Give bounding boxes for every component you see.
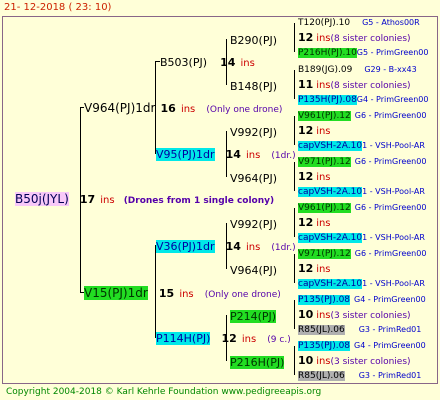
connector bbox=[294, 116, 295, 145]
connector bbox=[294, 346, 295, 375]
connector bbox=[294, 300, 295, 329]
ancestor-leaf[interactable]: capVSH-2A.101 - VSH-Pool-AR bbox=[298, 231, 425, 245]
parent-node[interactable]: V15(PJ)1dr 15 ins (Only one drone) bbox=[84, 285, 281, 302]
colony-count: 12 ins bbox=[298, 170, 331, 183]
root-name: B50j(JYL) bbox=[15, 192, 69, 206]
connector bbox=[294, 23, 295, 52]
ancestor-leaf[interactable]: P216H(PJ).10G5 - PrimGreen00 bbox=[298, 46, 428, 60]
ancestor-node[interactable]: V964(PJ) bbox=[230, 170, 277, 186]
colony-count: 12 ins bbox=[298, 216, 331, 229]
colony-count: 11 ins(8 sister colonies) bbox=[298, 78, 411, 91]
grandparent-node[interactable]: P114H(PJ) 12 ins (9 c.) bbox=[156, 330, 291, 347]
ancestor-leaf[interactable]: B189(JG).09 G29 - B-xx43 bbox=[298, 63, 417, 77]
ancestor-leaf[interactable]: P135H(PJ).08G4 - PrimGreen00 bbox=[298, 93, 428, 107]
ancestor-leaf[interactable]: capVSH-2A.101 - VSH-Pool-AR bbox=[298, 277, 425, 291]
ancestor-node[interactable]: V964(PJ) bbox=[230, 262, 277, 278]
colony-count: 12 ins(8 sister colonies) bbox=[298, 31, 411, 44]
ancestor-leaf[interactable]: capVSH-2A.101 - VSH-Pool-AR bbox=[298, 185, 425, 199]
colony-count: 12 ins bbox=[298, 124, 331, 137]
grandparent-node[interactable]: B503(PJ) 14 ins bbox=[160, 54, 255, 71]
colony-count: 12 ins bbox=[298, 262, 331, 275]
ancestor-leaf[interactable]: V971(PJ).12 G6 - PrimGreen00 bbox=[298, 247, 426, 261]
connector bbox=[294, 70, 295, 99]
ancestor-leaf[interactable]: R85(JL).06 G3 - PrimRed01 bbox=[298, 369, 421, 383]
ancestor-leaf[interactable]: P135(PJ).08 G4 - PrimGreen00 bbox=[298, 339, 426, 353]
ancestor-leaf[interactable]: V971(PJ).12 G6 - PrimGreen00 bbox=[298, 155, 426, 169]
connector bbox=[294, 208, 295, 237]
grandparent-node[interactable]: V36(PJ)1dr 14 ins (1dr.) bbox=[156, 238, 296, 255]
parent-node[interactable]: V964(PJ)1dr 16 ins (Only one drone) bbox=[84, 100, 282, 117]
grandparent-node[interactable]: V95(PJ)1dr 14 ins (1dr.) bbox=[156, 146, 296, 163]
date-stamp: 21- 12-2018 ( 23: 10) bbox=[4, 2, 112, 13]
ancestor-node[interactable]: V992(PJ) bbox=[230, 216, 277, 232]
ancestor-leaf[interactable]: T120(PJ).10 G5 - Athos00R bbox=[298, 16, 420, 30]
ancestor-node[interactable]: B290(PJ) bbox=[230, 32, 277, 48]
ancestor-leaf[interactable]: V961(PJ).12 G6 - PrimGreen00 bbox=[298, 201, 426, 215]
connector bbox=[294, 254, 295, 283]
ancestor-leaf[interactable]: R85(JL).06 G3 - PrimRed01 bbox=[298, 323, 421, 337]
ancestor-node[interactable]: B148(PJ) bbox=[230, 78, 277, 94]
ancestor-leaf[interactable]: capVSH-2A.101 - VSH-Pool-AR bbox=[298, 139, 425, 153]
copyright-footer: Copyright 2004-2018 © Karl Kehrle Founda… bbox=[6, 387, 322, 397]
connector bbox=[294, 162, 295, 191]
colony-count: 10 ins(3 sister colonies) bbox=[298, 308, 411, 321]
ancestor-leaf[interactable]: V961(PJ).12 G6 - PrimGreen00 bbox=[298, 109, 426, 123]
ancestor-node[interactable]: V992(PJ) bbox=[230, 124, 277, 140]
colony-count: 10 ins(3 sister colonies) bbox=[298, 354, 411, 367]
root-queen[interactable]: B50j(JYL) 17 ins (Drones from 1 single c… bbox=[15, 191, 274, 208]
ancestor-node[interactable]: P214(PJ) bbox=[230, 308, 277, 324]
ancestor-leaf[interactable]: P135(PJ).08 G4 - PrimGreen00 bbox=[298, 293, 426, 307]
ancestor-node[interactable]: P216H(PJ) bbox=[230, 354, 285, 370]
